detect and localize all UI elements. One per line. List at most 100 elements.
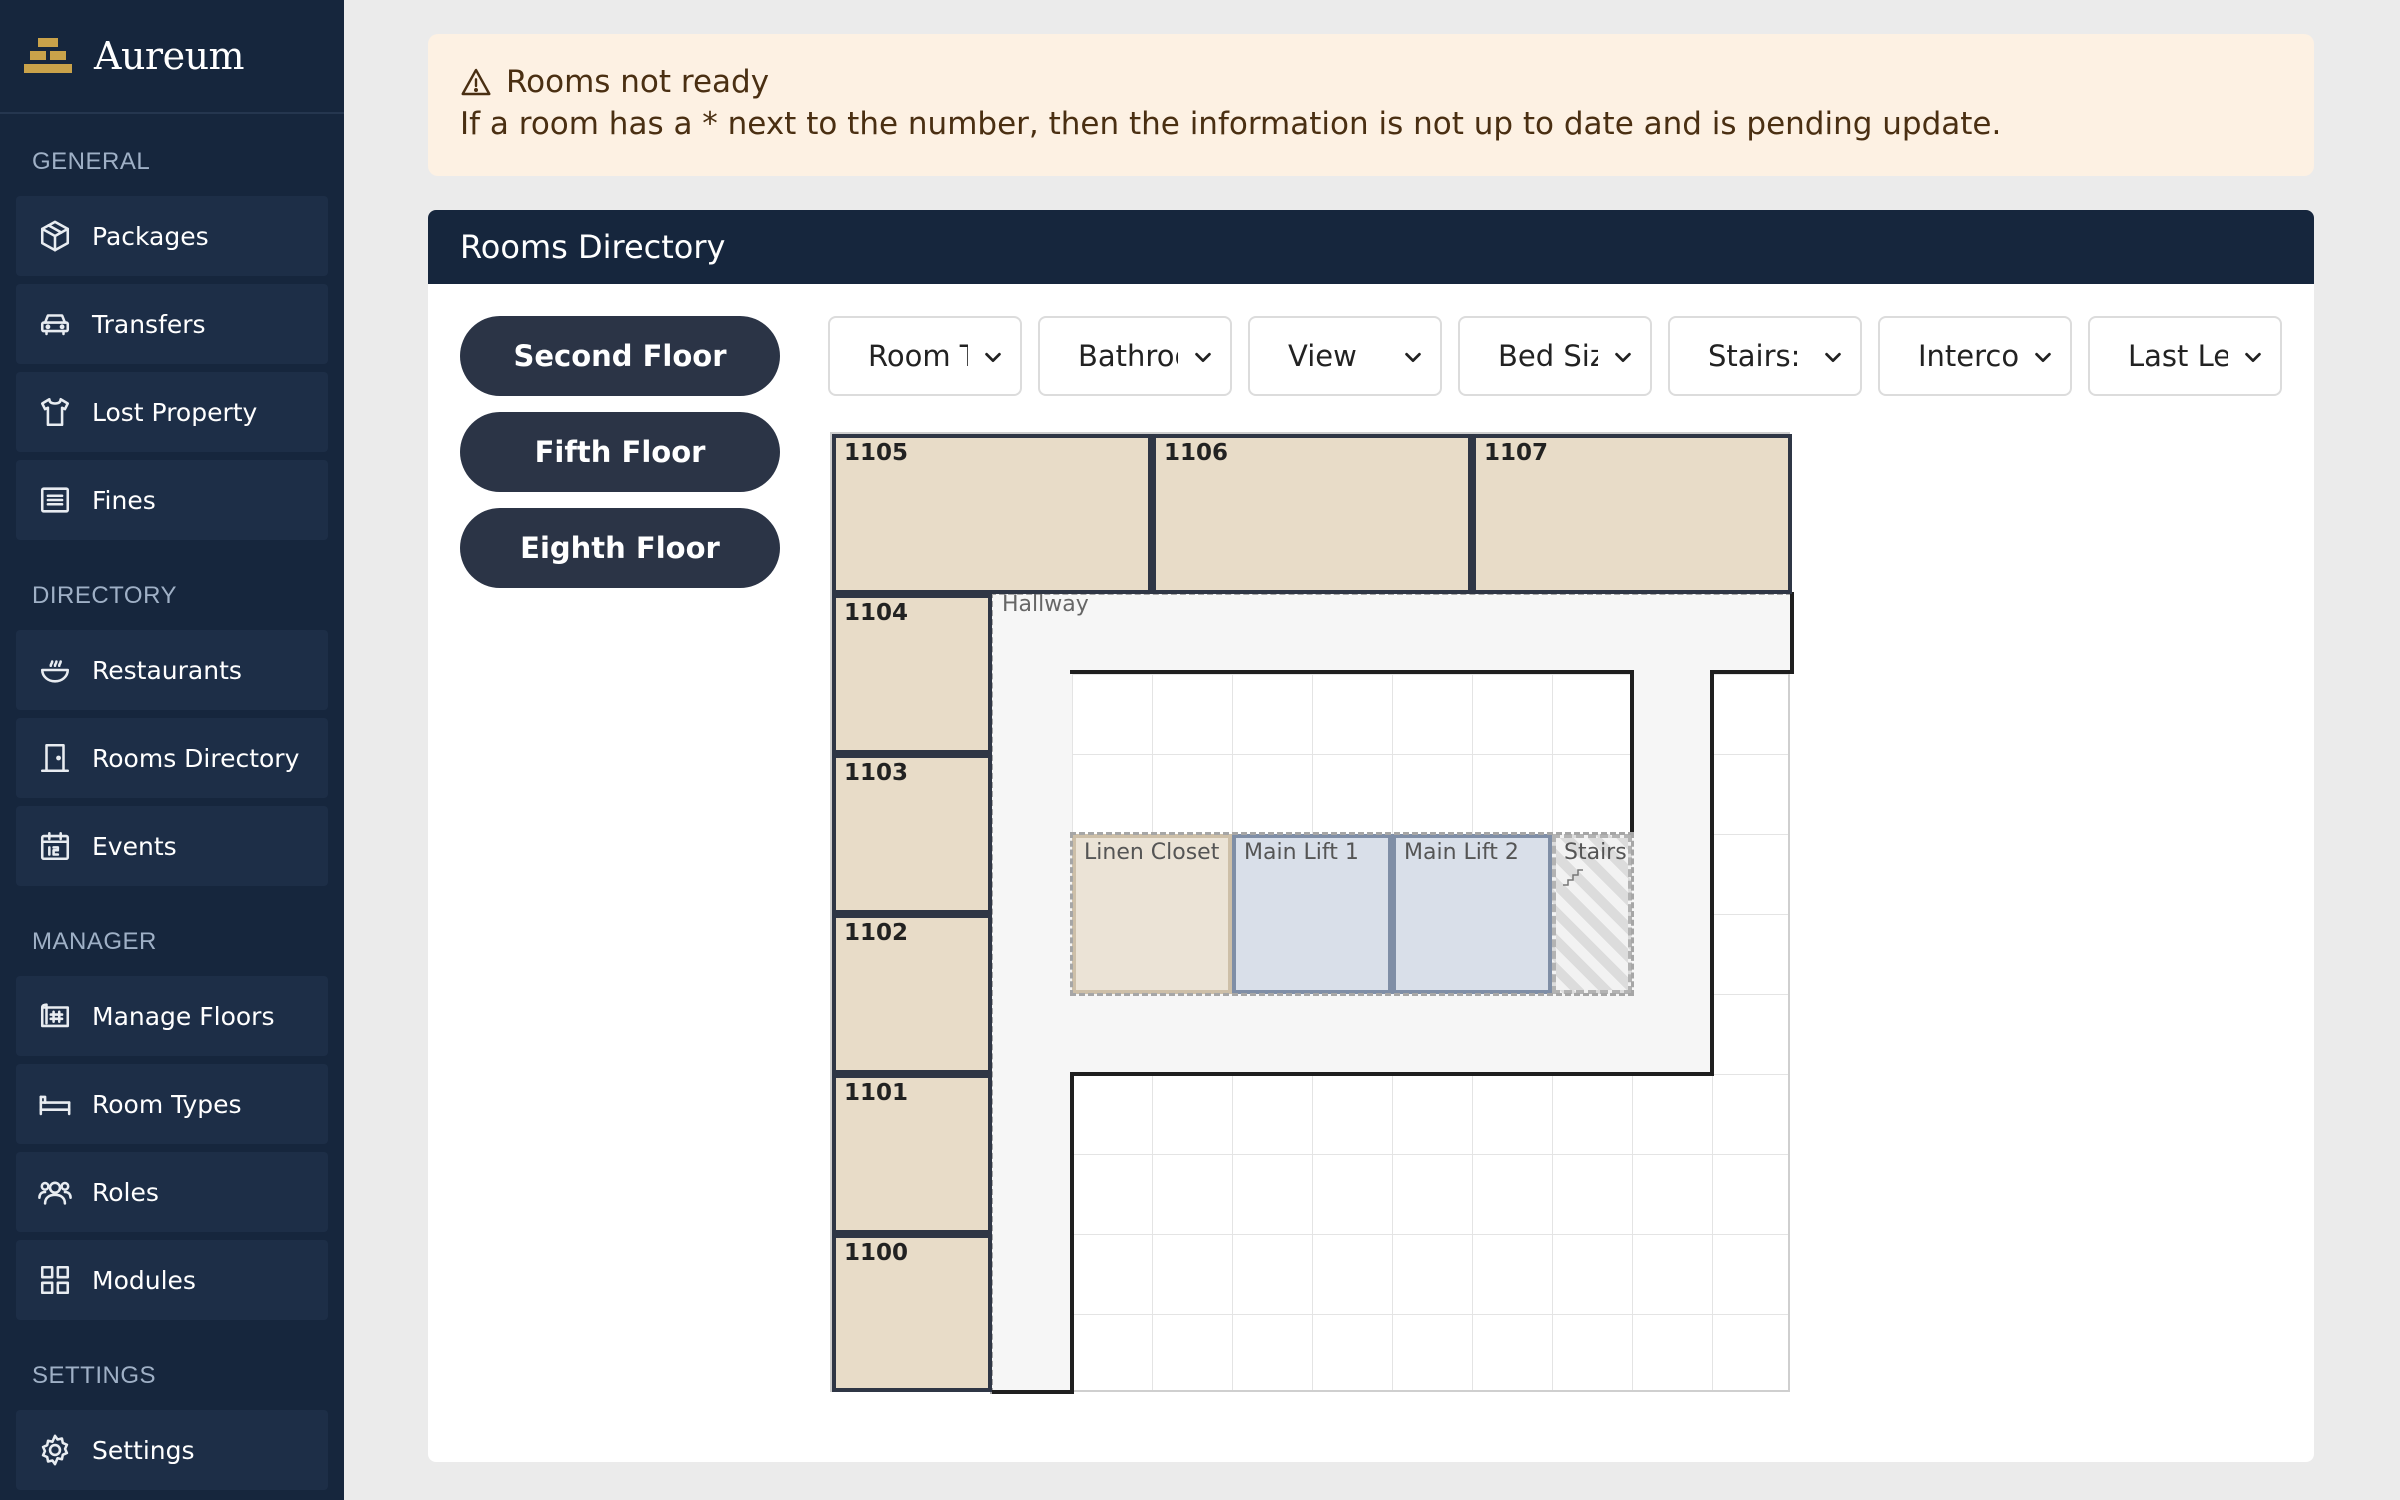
filter-label: Stairs:: [1708, 339, 1801, 373]
main-lift-2[interactable]: Main Lift 2: [1392, 834, 1552, 994]
section-title-settings: SETTINGS: [32, 1362, 157, 1389]
floor-button-eighth[interactable]: Eighth Floor: [460, 508, 780, 588]
chevron-down-icon: [1405, 352, 1421, 363]
filter-label: Room Type: [868, 339, 968, 373]
hallway-segment: [992, 594, 1072, 1394]
section-title-general: GENERAL: [32, 148, 151, 175]
sidebar-item-manage-floors[interactable]: Manage Floors: [16, 976, 328, 1056]
filter-label: Intercom: [1918, 339, 2018, 373]
floor-plan: Hallway 1105 1106 1107 1104 1103 1102 11…: [830, 432, 1794, 1394]
brand[interactable]: Aureum: [0, 0, 344, 114]
gold-bars-logo-icon: [24, 36, 72, 76]
chevron-down-icon: [1825, 352, 1841, 363]
brand-name: Aureum: [94, 34, 245, 78]
room-1104[interactable]: 1104: [832, 594, 992, 754]
filter-last-level-select[interactable]: Last Level: [2088, 316, 2282, 396]
package-icon: [38, 219, 72, 253]
chevron-down-icon: [1195, 352, 1211, 363]
floor-button-fifth[interactable]: Fifth Floor: [460, 412, 780, 492]
rooms-not-ready-alert: Rooms not ready If a room has a * next t…: [428, 34, 2314, 176]
filter-label: Last Level: [2128, 339, 2228, 373]
filter-stairs-select[interactable]: Stairs:: [1668, 316, 1862, 396]
sidebar-item-lost-property[interactable]: Lost Property: [16, 372, 328, 452]
chevron-down-icon: [2035, 352, 2051, 363]
chevron-down-icon: [2245, 352, 2261, 363]
sidebar-item-rooms-directory[interactable]: Rooms Directory: [16, 718, 328, 798]
room-1106[interactable]: 1106: [1152, 434, 1472, 594]
sidebar-item-settings[interactable]: Settings: [16, 1410, 328, 1490]
wall: [1070, 1072, 1074, 1394]
filter-room-type-select[interactable]: Room Type: [828, 316, 1022, 396]
sidebar: Aureum GENERAL Packages Transfers Lost P…: [0, 0, 344, 1500]
sidebar-item-restaurants[interactable]: Restaurants: [16, 630, 328, 710]
warning-icon: [461, 68, 491, 96]
room-number: 1100: [844, 1240, 909, 1266]
room-1103[interactable]: 1103: [832, 754, 992, 914]
amenity-label: Stairs: [1564, 840, 1627, 865]
wall: [1070, 1072, 1714, 1076]
grid-icon: [38, 1263, 72, 1297]
amenity-label: Linen Closet: [1084, 840, 1220, 865]
filter-intercom-select[interactable]: Intercom: [1878, 316, 2072, 396]
sidebar-item-label: Packages: [92, 221, 209, 251]
filter-bed-size-select[interactable]: Bed Size: [1458, 316, 1652, 396]
sidebar-item-label: Transfers: [92, 309, 206, 339]
gear-icon: [38, 1433, 72, 1467]
sidebar-item-transfers[interactable]: Transfers: [16, 284, 328, 364]
room-number: 1107: [1484, 440, 1549, 466]
wall: [1630, 670, 1634, 834]
card-title: Rooms Directory: [460, 228, 726, 266]
shirt-icon: [38, 395, 72, 429]
users-icon: [38, 1175, 72, 1209]
rooms-directory-card: Rooms Directory Second Floor Fifth Floor…: [428, 210, 2314, 1462]
room-1101[interactable]: 1101: [832, 1074, 992, 1234]
amenity-label: Main Lift 1: [1244, 840, 1359, 865]
sidebar-item-label: Restaurants: [92, 655, 242, 685]
card-header: Rooms Directory: [428, 210, 2314, 284]
room-1105[interactable]: 1105: [832, 434, 1152, 594]
room-1107[interactable]: 1107: [1472, 434, 1792, 594]
alert-title: Rooms not ready: [506, 64, 770, 100]
door-icon: [38, 741, 72, 775]
sidebar-item-room-types[interactable]: Room Types: [16, 1064, 328, 1144]
amenity-label: Main Lift 2: [1404, 840, 1519, 865]
floor-button-second[interactable]: Second Floor: [460, 316, 780, 396]
sidebar-item-fines[interactable]: Fines: [16, 460, 328, 540]
sidebar-item-label: Rooms Directory: [92, 743, 300, 773]
filter-bathroom-select[interactable]: Bathroom: [1038, 316, 1232, 396]
room-number: 1101: [844, 1080, 909, 1106]
stairs-icon: [1563, 869, 1583, 886]
chevron-down-icon: [1615, 352, 1631, 363]
sidebar-item-modules[interactable]: Modules: [16, 1240, 328, 1320]
wall: [992, 1390, 1074, 1394]
sidebar-item-label: Fines: [92, 485, 156, 515]
filter-label: Bed Size: [1498, 339, 1598, 373]
main-lift-1[interactable]: Main Lift 1: [1232, 834, 1392, 994]
section-title-manager: MANAGER: [32, 928, 157, 955]
room-number: 1103: [844, 760, 909, 786]
chevron-down-icon: [985, 352, 1001, 363]
hallway-label: Hallway: [1002, 592, 1089, 617]
sidebar-item-label: Modules: [92, 1265, 196, 1295]
linen-closet[interactable]: Linen Closet: [1072, 834, 1232, 994]
stairs[interactable]: Stairs: [1552, 834, 1632, 994]
room-1100[interactable]: 1100: [832, 1234, 992, 1392]
sidebar-item-label: Room Types: [92, 1089, 242, 1119]
bowl-icon: [38, 653, 72, 687]
bed-icon: [38, 1087, 72, 1121]
sidebar-item-label: Manage Floors: [92, 1001, 275, 1031]
sidebar-item-label: Settings: [92, 1435, 195, 1465]
wall: [1710, 670, 1792, 674]
calendar-icon: [38, 829, 72, 863]
car-icon: [38, 307, 72, 341]
sidebar-item-label: Events: [92, 831, 177, 861]
room-number: 1106: [1164, 440, 1229, 466]
sidebar-item-events[interactable]: Events: [16, 806, 328, 886]
sidebar-item-roles[interactable]: Roles: [16, 1152, 328, 1232]
wall: [1070, 670, 1634, 674]
wall: [1790, 592, 1794, 674]
filter-view-select[interactable]: View: [1248, 316, 1442, 396]
room-1102[interactable]: 1102: [832, 914, 992, 1074]
filter-label: Bathroom: [1078, 339, 1178, 373]
sidebar-item-packages[interactable]: Packages: [16, 196, 328, 276]
